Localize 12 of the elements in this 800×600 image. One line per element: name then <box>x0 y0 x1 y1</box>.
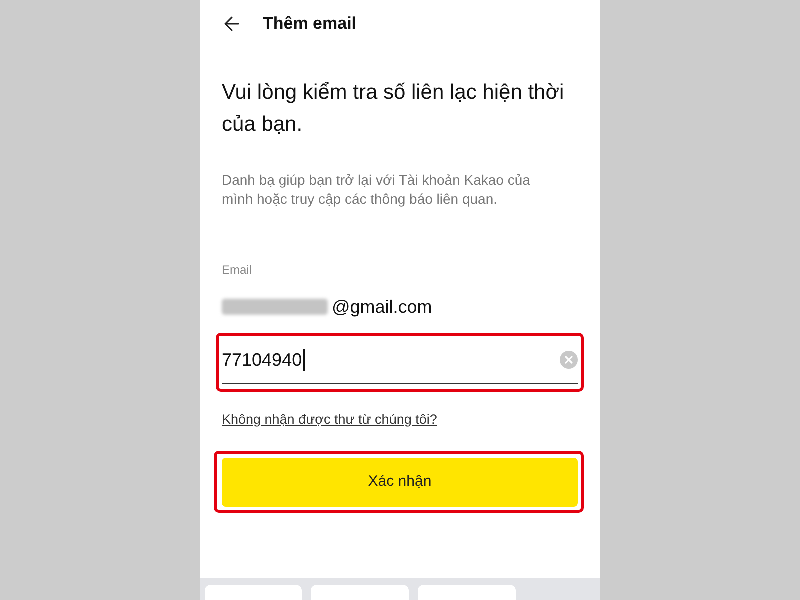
resend-link[interactable]: Không nhận được thư từ chúng tôi? <box>222 411 438 429</box>
code-input-field[interactable]: 77104940 <box>222 346 578 384</box>
email-domain: @gmail.com <box>332 296 432 319</box>
keyboard-key[interactable] <box>311 585 409 600</box>
heading-text: Vui lòng kiểm tra số liên lạc hiện thời của bạn. <box>222 80 566 138</box>
email-label: Email <box>222 262 252 278</box>
clear-icon[interactable] <box>560 351 578 369</box>
keyboard-key[interactable] <box>205 585 302 600</box>
keyboard-key[interactable] <box>418 585 516 600</box>
page-title: Thêm email <box>263 13 357 35</box>
description-text: Danh bạ giúp bạn trở lại với Tài khoản Kakao của mình hoặc truy cập các thông báo liên quan. <box>222 171 532 209</box>
confirm-button[interactable]: Xác nhận <box>222 458 578 507</box>
